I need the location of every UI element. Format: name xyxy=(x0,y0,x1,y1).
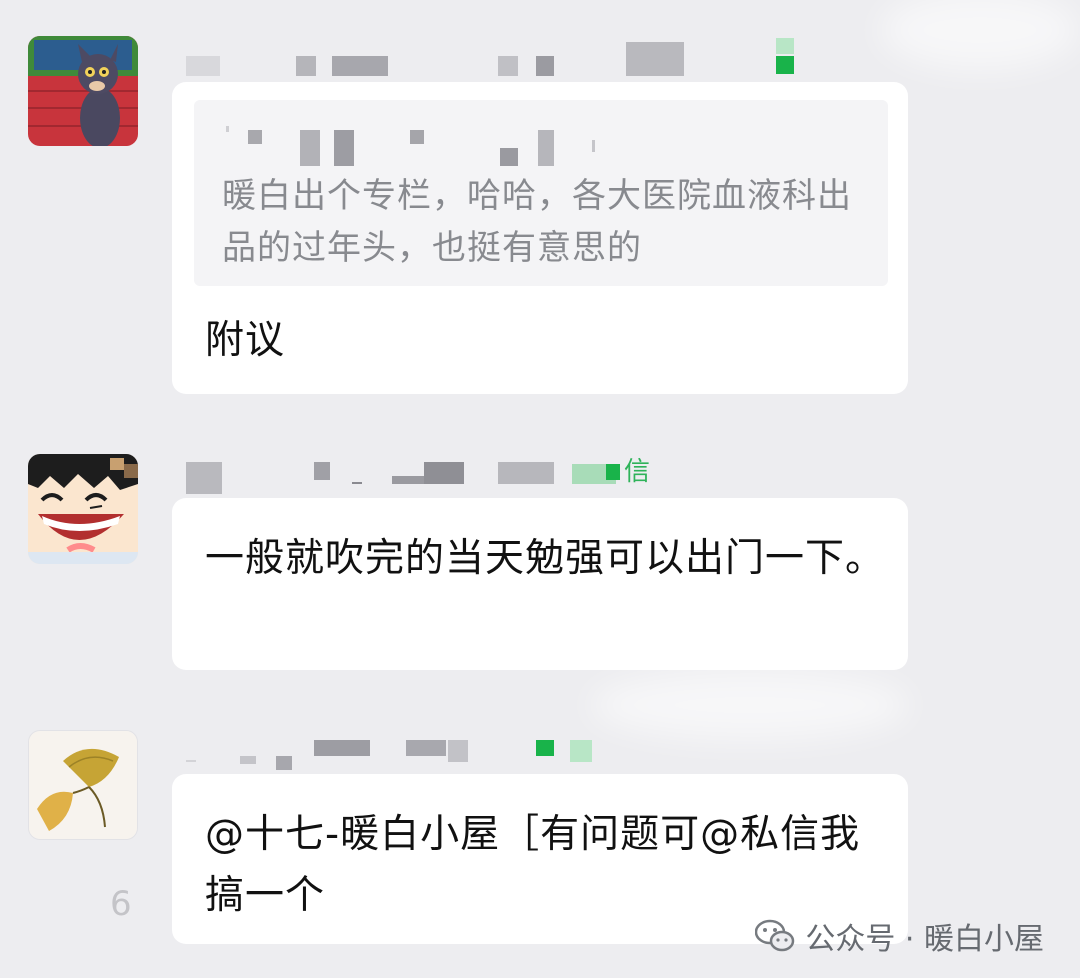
cat-cartoon-avatar-image xyxy=(28,36,138,146)
background-smudge xyxy=(880,0,1080,70)
quoted-message-text: 暖白出个专栏，哈哈，各大医院血液科出品的过年头，也挺有意思的 xyxy=(222,176,852,268)
avatar-cat[interactable] xyxy=(28,36,138,146)
message-text: @十七-暖白小屋［有问题可@私信我 搞一个 xyxy=(205,812,861,918)
ginkgo-leaf-avatar-image xyxy=(29,731,137,839)
sender-name-blurred xyxy=(186,734,596,770)
wechat-icon xyxy=(755,919,795,952)
message-text: 一般就吹完的当天勉强可以出门一下。 xyxy=(205,536,886,581)
watermark-label: 公众号 · 暖白小屋 xyxy=(805,922,1044,957)
faint-background-digit: 6 xyxy=(110,884,132,924)
quoted-sender-blurred xyxy=(222,126,602,166)
sender-name-visible-fragment: 信 xyxy=(624,457,651,487)
background-smudge xyxy=(590,670,910,740)
avatar-luffy[interactable] xyxy=(28,454,138,564)
anime-boy-avatar-image xyxy=(28,454,138,564)
sender-name-blurred xyxy=(186,38,806,76)
avatar-ginkgo[interactable] xyxy=(28,730,138,840)
sender-name-blurred: 信 xyxy=(186,456,656,494)
watermark: 公众号 · 暖白小屋 xyxy=(755,912,1044,960)
message-text: 附议 xyxy=(205,318,286,363)
